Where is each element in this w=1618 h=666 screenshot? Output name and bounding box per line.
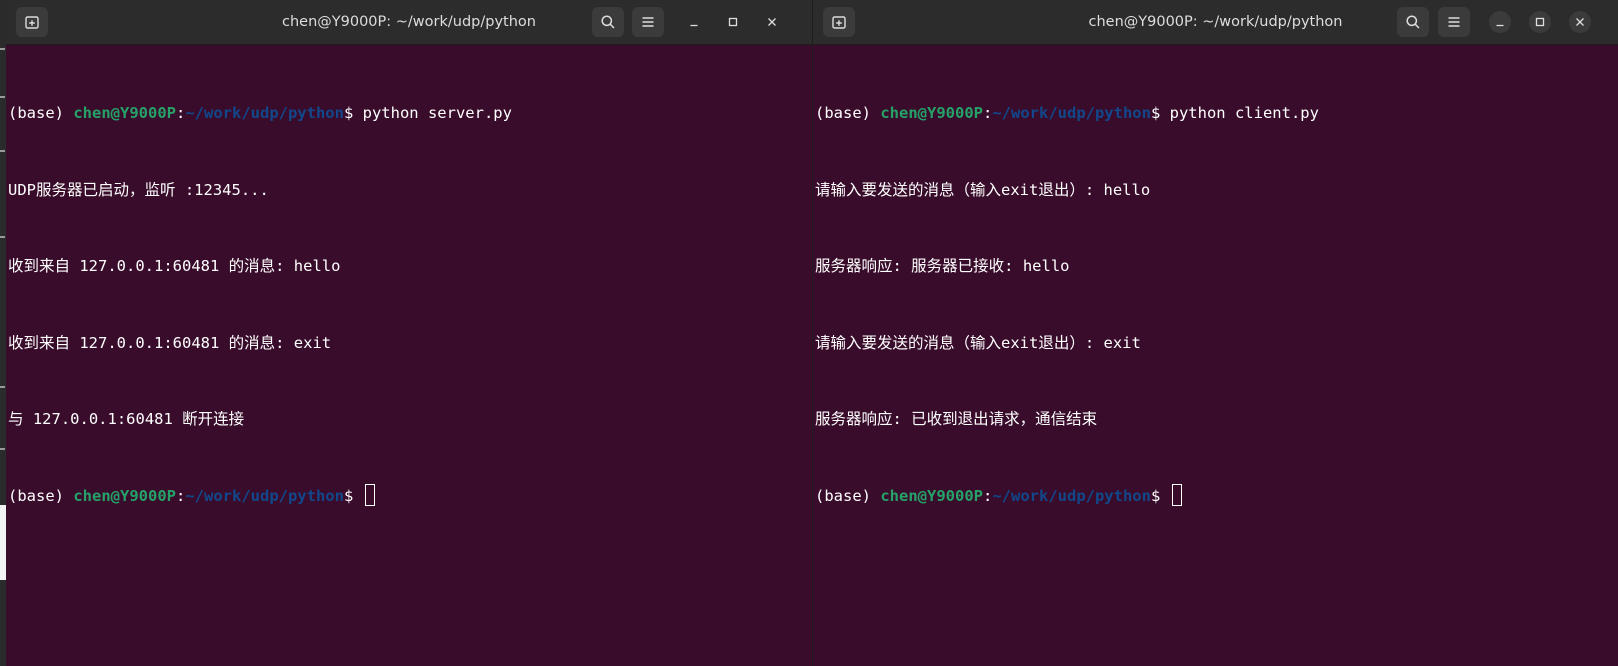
edge-mark [0, 150, 5, 152]
output-line: 请输入要发送的消息（输入exit退出）: exit [815, 333, 1141, 352]
prompt-separator: : [982, 104, 993, 122]
new-tab-button[interactable] [823, 7, 855, 37]
menu-button[interactable] [632, 7, 664, 37]
hamburger-menu-icon [641, 15, 655, 29]
command-text: $ [1150, 486, 1170, 505]
output-line: 与 127.0.0.1:60481 断开连接 [8, 410, 245, 428]
menu-button[interactable] [1438, 7, 1470, 37]
minimize-button[interactable] [1489, 11, 1511, 33]
minimize-button[interactable] [683, 11, 705, 33]
command-text: $ [343, 486, 363, 505]
conda-env: (base) [8, 486, 74, 505]
prompt-line: (base) chen@Y9000P:~/work/udp/python$ [8, 483, 812, 510]
terminal-window-server[interactable]: chen@Y9000P: ~/work/udp/python (base) ch… [6, 0, 812, 666]
output-line: 服务器响应: 服务器已接收: hello [815, 257, 1070, 275]
prompt-path: ~/work/udp/python [992, 104, 1151, 122]
terminal-window-client[interactable]: chen@Y9000P: ~/work/udp/python (base) ch… [812, 0, 1618, 666]
terminal-output[interactable]: (base) chen@Y9000P:~/work/udp/python$ py… [813, 44, 1618, 666]
terminal-output[interactable]: (base) chen@Y9000P:~/work/udp/python$ py… [6, 44, 812, 666]
prompt-user-host: chen@Y9000P [73, 104, 176, 122]
prompt-line: (base) chen@Y9000P:~/work/udp/python$ py… [8, 101, 812, 127]
prompt-line: (base) chen@Y9000P:~/work/udp/python$ py… [815, 101, 1618, 127]
prompt-path: ~/work/udp/python [185, 104, 344, 122]
edge-mark [0, 48, 5, 50]
prompt-path: ~/work/udp/python [185, 486, 344, 505]
output-line: 请输入要发送的消息（输入exit退出）: hello [815, 180, 1151, 199]
prompt-separator: : [175, 104, 186, 122]
search-icon [1405, 14, 1421, 30]
prompt-user-host: chen@Y9000P [880, 486, 983, 505]
new-tab-button[interactable] [16, 7, 48, 37]
terminal-cursor [1171, 483, 1182, 506]
prompt-line: (base) chen@Y9000P:~/work/udp/python$ [815, 483, 1618, 510]
hamburger-menu-icon [1447, 15, 1461, 29]
output-line: UDP服务器已启动，监听 :12345... [8, 180, 269, 199]
conda-env: (base) [8, 104, 74, 122]
output-line: 服务器响应: 已收到退出请求，通信结束 [815, 410, 1098, 428]
prompt-separator: : [175, 486, 186, 505]
maximize-icon [728, 17, 738, 27]
minimize-icon [1495, 17, 1505, 27]
title-bar[interactable]: chen@Y9000P: ~/work/udp/python [6, 0, 812, 45]
maximize-button[interactable] [722, 11, 744, 33]
prompt-separator: : [982, 486, 993, 505]
edge-mark [0, 448, 5, 450]
close-icon [767, 17, 777, 27]
conda-env: (base) [815, 104, 881, 122]
output-line: 收到来自 127.0.0.1:60481 的消息: exit [8, 333, 332, 352]
close-button[interactable] [761, 11, 783, 33]
prompt-user-host: chen@Y9000P [73, 486, 176, 505]
search-button[interactable] [1397, 7, 1429, 37]
prompt-path: ~/work/udp/python [992, 486, 1151, 505]
command-text: $ python server.py [343, 104, 512, 122]
search-icon [600, 14, 616, 30]
close-button[interactable] [1569, 11, 1591, 33]
close-icon [1575, 17, 1585, 27]
search-button[interactable] [592, 7, 624, 37]
minimize-icon [689, 17, 699, 27]
edge-mark [0, 96, 5, 98]
new-tab-icon [24, 14, 40, 30]
terminal-cursor [364, 483, 375, 506]
edge-mark [0, 236, 5, 238]
command-text: $ python client.py [1150, 104, 1319, 122]
edge-mark [0, 386, 5, 388]
prompt-user-host: chen@Y9000P [880, 104, 983, 122]
maximize-icon [1535, 17, 1545, 27]
conda-env: (base) [815, 486, 881, 505]
new-tab-icon [831, 14, 847, 30]
output-line: 收到来自 127.0.0.1:60481 的消息: hello [8, 257, 341, 275]
maximize-button[interactable] [1529, 11, 1551, 33]
title-bar[interactable]: chen@Y9000P: ~/work/udp/python [813, 0, 1618, 45]
